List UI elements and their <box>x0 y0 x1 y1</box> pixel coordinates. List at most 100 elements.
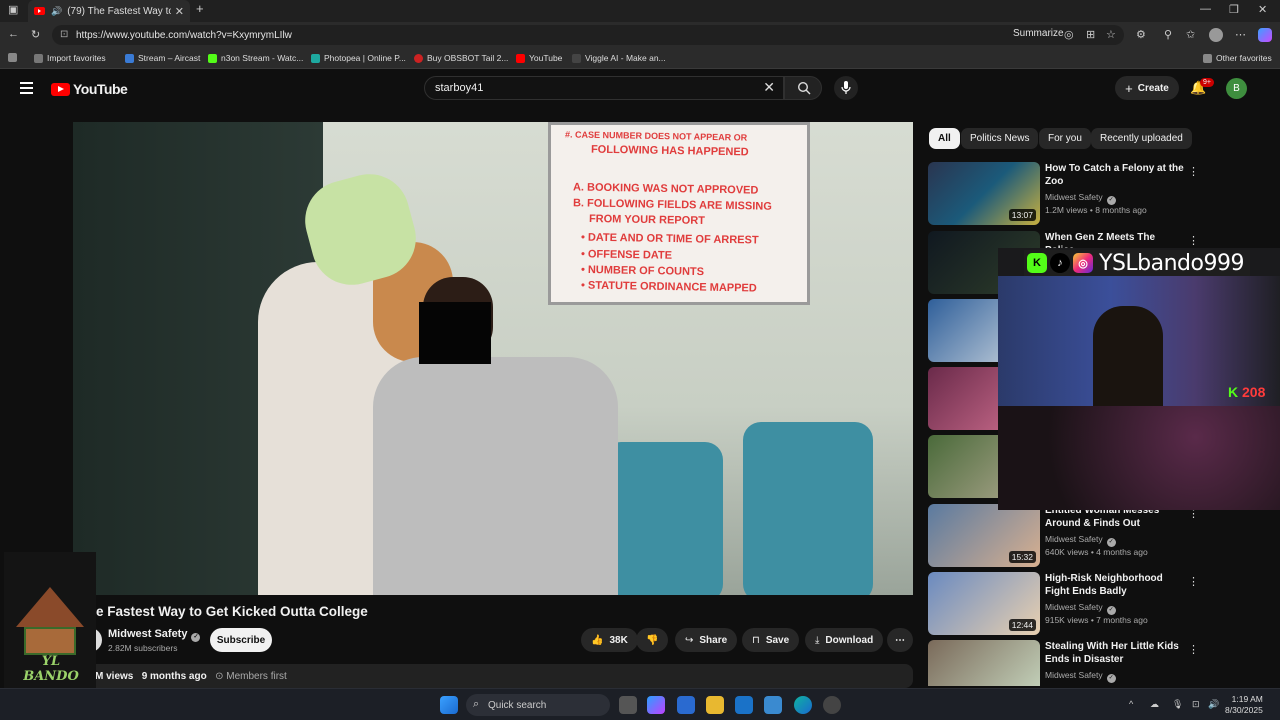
account-avatar[interactable]: B <box>1226 78 1247 99</box>
recommendation-meta: 1.2M views • 8 months ago <box>1045 205 1147 215</box>
duration-badge: 12:44 <box>1008 619 1036 631</box>
refresh-icon[interactable]: ↻ <box>31 28 40 41</box>
subscribe-button[interactable]: Subscribe <box>210 628 272 652</box>
video-thumbnail[interactable]: 13:07 <box>928 162 1040 225</box>
chip-politics-news[interactable]: Politics News <box>961 128 1039 149</box>
instagram-logo-icon: ◎ <box>1073 253 1093 273</box>
bookmarks-bar: Import favorites Stream – Aircast n3on S… <box>0 48 1280 69</box>
voice-search-button[interactable] <box>834 76 858 100</box>
extensions-icon[interactable]: ⚙ <box>1136 28 1146 41</box>
more-vertical-icon[interactable]: ⋮ <box>1188 165 1199 178</box>
microphone-icon <box>841 81 851 94</box>
bookmark-item[interactable]: Import favorites <box>34 53 106 63</box>
recommendation-card[interactable]: Stealing With Her Little Kids Ends in Di… <box>928 640 1273 686</box>
recommendation-card[interactable]: 15:32 Entitled Woman Messes Around & Fin… <box>928 504 1273 568</box>
profile-icon[interactable] <box>1209 28 1223 42</box>
menu-icon[interactable] <box>20 82 33 97</box>
browser-tab-active[interactable]: 🔊 (79) The Fastest Way to Get K ✕ <box>28 0 190 22</box>
channel-name[interactable]: Midwest Safety ✓ <box>108 628 201 642</box>
mic-tray-icon[interactable]: 🎙 <box>1172 699 1183 710</box>
bookmark-item[interactable]: Photopea | Online P... <box>311 53 406 63</box>
outlook-icon[interactable] <box>735 696 753 714</box>
bookmark-favicon-icon <box>208 53 217 63</box>
like-button[interactable]: 👍 38K <box>581 628 638 652</box>
other-favorites[interactable]: Other favorites <box>1203 53 1272 63</box>
more-vertical-icon[interactable]: ⋮ <box>1188 575 1199 588</box>
obs-icon[interactable] <box>823 696 841 714</box>
minimize-icon[interactable]: — <box>1200 3 1211 15</box>
system-clock[interactable]: 1:19 AM 8/30/2025 <box>1225 694 1263 716</box>
back-icon[interactable]: ← <box>8 28 19 40</box>
youtube-logo[interactable]: YouTube <box>51 81 128 97</box>
speaker-icon[interactable]: 🔊 <box>51 6 62 17</box>
start-windows-icon[interactable] <box>440 696 458 714</box>
recommendation-title[interactable]: How To Catch a Felony at the Zoo <box>1045 162 1185 188</box>
video-thumbnail[interactable]: 12:44 <box>928 572 1040 635</box>
bookmark-import-favorites[interactable] <box>8 53 21 62</box>
recommendation-meta: 640K views • 4 months ago <box>1045 547 1148 557</box>
copilot-app-icon[interactable] <box>647 696 665 714</box>
verified-check-icon: ✓ <box>1106 196 1116 205</box>
verified-check-icon: ✓ <box>1106 606 1116 615</box>
recommendation-channel[interactable]: Midwest Safety ✓ <box>1045 602 1116 615</box>
bookmark-item[interactable]: Viggle AI - Make an... <box>572 53 666 63</box>
social-handle-bar: K ♪ ◎ YSLbando999 <box>1024 250 1250 276</box>
store-icon[interactable] <box>677 696 695 714</box>
more-actions-button[interactable]: ⋯ <box>887 628 913 652</box>
volume-icon[interactable]: 🔊 <box>1208 699 1219 710</box>
task-view-icon[interactable] <box>619 696 637 714</box>
folder-icon <box>8 53 17 62</box>
recommendation-title[interactable]: Stealing With Her Little Kids Ends in Di… <box>1045 640 1185 666</box>
recommendation-channel[interactable]: Midwest Safety ✓ <box>1045 192 1116 205</box>
recommendation-channel[interactable]: Midwest Safety ✓ <box>1045 534 1116 547</box>
close-tab-icon[interactable]: ✕ <box>175 5 184 18</box>
more-menu-icon[interactable]: ⋯ <box>1235 28 1246 41</box>
chip-all[interactable]: All <box>929 128 960 149</box>
video-player[interactable]: #. CASE NUMBER DOES NOT APPEAR OR FOLLOW… <box>73 122 913 595</box>
chip-for-you[interactable]: For you <box>1039 128 1091 149</box>
bookmark-item[interactable]: Stream – Aircast <box>125 53 200 63</box>
taskbar-search[interactable]: ⌕ Quick search <box>466 694 610 716</box>
search-input[interactable]: starboy41 ✕ <box>424 76 784 100</box>
network-icon[interactable]: ⊡ <box>1192 699 1200 710</box>
clear-search-icon[interactable]: ✕ <box>763 79 775 96</box>
dislike-button[interactable]: 👎 <box>636 628 669 652</box>
more-vertical-icon[interactable]: ⋮ <box>1188 234 1199 247</box>
video-thumbnail[interactable]: 15:32 <box>928 504 1040 567</box>
bookmark-item[interactable]: YouTube <box>516 53 562 63</box>
site-info-icon[interactable]: ⊡ <box>60 29 68 40</box>
more-vertical-icon[interactable]: ⋮ <box>1188 643 1199 656</box>
recommendation-title[interactable]: High-Risk Neighborhood Fight Ends Badly <box>1045 572 1185 598</box>
new-tab-icon[interactable]: + <box>196 1 204 16</box>
chip-recently-uploaded[interactable]: Recently uploaded <box>1091 128 1192 149</box>
file-explorer-icon[interactable] <box>706 696 724 714</box>
copilot-icon[interactable]: ◎ <box>1064 28 1074 41</box>
share-button[interactable]: ↪ Share <box>675 628 738 652</box>
download-button[interactable]: ⤓ Download <box>805 628 884 652</box>
recommendation-card[interactable]: 13:07 How To Catch a Felony at the Zoo M… <box>928 162 1273 226</box>
bookmark-item[interactable]: n3on Stream - Watc... <box>208 53 303 63</box>
split-screen-icon[interactable]: ⚲ <box>1164 28 1172 41</box>
copilot-sidebar-icon[interactable] <box>1258 28 1272 42</box>
summarize-button[interactable]: Summarize <box>1013 28 1064 39</box>
video-thumbnail[interactable] <box>928 640 1040 686</box>
create-button[interactable]: + Create <box>1115 76 1179 100</box>
recommendation-channel[interactable]: Midwest Safety ✓ <box>1045 670 1116 683</box>
photos-icon[interactable] <box>764 696 782 714</box>
description-box[interactable]: M views 9 months ago ⊙ Members first <box>73 664 913 688</box>
tab-title: (79) The Fastest Way to Get K <box>67 5 171 17</box>
close-window-icon[interactable]: ✕ <box>1258 3 1267 16</box>
cloud-icon[interactable]: ☁ <box>1150 699 1159 710</box>
edge-browser-icon[interactable] <box>794 696 812 714</box>
tab-actions-icon[interactable]: ▣ <box>8 3 18 16</box>
app-icon[interactable]: ⊞ <box>1086 28 1095 41</box>
url-field[interactable]: ⊡ https://www.youtube.com/watch?v=Kxymry… <box>52 25 1124 45</box>
save-button[interactable]: ⊓ Save <box>742 628 800 652</box>
favorites-icon[interactable]: ✩ <box>1186 28 1195 41</box>
search-button[interactable] <box>784 76 822 100</box>
tray-expand-icon[interactable]: ^ <box>1129 699 1133 709</box>
maximize-icon[interactable]: ❐ <box>1229 3 1239 16</box>
bookmark-item[interactable]: Buy OBSBOT Tail 2... <box>414 53 508 63</box>
recommendation-card[interactable]: 12:44 High-Risk Neighborhood Fight Ends … <box>928 572 1273 636</box>
favorite-star-icon[interactable]: ☆ <box>1106 28 1116 41</box>
